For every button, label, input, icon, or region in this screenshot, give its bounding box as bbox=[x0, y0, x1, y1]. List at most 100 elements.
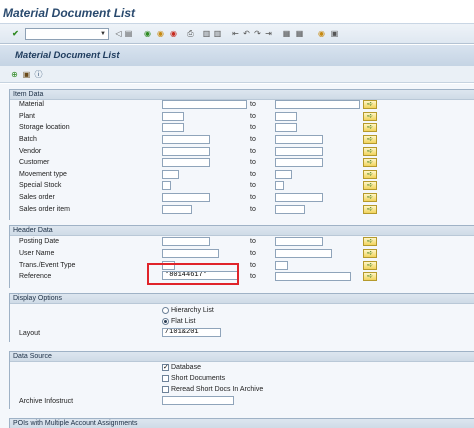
trans-event-type-to-input[interactable] bbox=[275, 261, 288, 270]
group-header: Header Data bbox=[10, 226, 474, 236]
multiple-selection-button[interactable]: ➪ bbox=[363, 112, 377, 121]
to-label: to bbox=[250, 262, 256, 269]
application-toolbar: ⊕ ▣ ⓘ bbox=[0, 66, 474, 83]
to-label: to bbox=[250, 159, 256, 166]
sales-order-to-input[interactable] bbox=[275, 193, 323, 202]
plant-to-input[interactable] bbox=[275, 112, 297, 121]
layout-label: Layout bbox=[19, 330, 41, 337]
multiple-selection-button[interactable]: ➪ bbox=[363, 193, 377, 202]
first-page-icon[interactable]: ⇤ bbox=[231, 29, 240, 38]
batch-to-input[interactable] bbox=[275, 135, 323, 144]
cancel-icon[interactable]: ◉ bbox=[169, 29, 178, 38]
header-data-group: Header Data bbox=[9, 225, 474, 288]
help-icon[interactable]: ◉ bbox=[317, 29, 326, 38]
field-label: Reference bbox=[19, 273, 52, 280]
field-label: Trans./Event Type bbox=[19, 262, 76, 269]
user-name-to-input[interactable] bbox=[275, 249, 332, 258]
storage-location-to-input[interactable] bbox=[275, 123, 297, 132]
find-next-icon[interactable]: ▥ bbox=[213, 29, 222, 38]
field-label: Plant bbox=[19, 113, 35, 120]
database-checkbox[interactable]: ✓ bbox=[162, 364, 169, 371]
group-title: Data Source bbox=[13, 353, 52, 360]
user-name-from-input[interactable] bbox=[162, 249, 219, 258]
multiple-selection-button[interactable]: ➪ bbox=[363, 123, 377, 132]
special-stock-from-input[interactable] bbox=[162, 181, 171, 190]
to-label: to bbox=[250, 182, 256, 189]
prev-page-icon[interactable]: ↶ bbox=[242, 29, 251, 38]
flat-list-label: Flat List bbox=[171, 318, 196, 325]
special-stock-to-input[interactable] bbox=[275, 181, 284, 190]
material-from-input[interactable] bbox=[162, 100, 247, 109]
storage-location-from-input[interactable] bbox=[162, 123, 184, 132]
multiple-account-group: POIs with Multiple Account Assignments bbox=[9, 418, 474, 428]
sales-order-item-from-input[interactable] bbox=[162, 205, 192, 214]
field-label: Special Stock bbox=[19, 182, 62, 189]
posting-date-from-input[interactable] bbox=[162, 237, 210, 246]
group-header: POIs with Multiple Account Assignments bbox=[10, 419, 474, 428]
multiple-selection-button[interactable]: ➪ bbox=[363, 100, 377, 109]
sales-order-from-input[interactable] bbox=[162, 193, 210, 202]
title-bar: Material Document List bbox=[0, 0, 474, 24]
hierarchy-list-label: Hierarchy List bbox=[171, 307, 214, 314]
shortcut-icon[interactable]: ▦ bbox=[295, 29, 304, 38]
field-label: Batch bbox=[19, 136, 37, 143]
new-session-icon[interactable]: ▦ bbox=[282, 29, 291, 38]
customer-from-input[interactable] bbox=[162, 158, 210, 167]
customize-icon[interactable]: ▣ bbox=[330, 29, 339, 38]
multiple-selection-button[interactable]: ➪ bbox=[363, 272, 377, 281]
command-field[interactable]: ▼ bbox=[25, 28, 109, 40]
database-label: Database bbox=[171, 364, 201, 371]
flat-list-radio[interactable] bbox=[162, 318, 169, 325]
info-icon[interactable]: ⓘ bbox=[34, 70, 43, 79]
window-title: Material Document List bbox=[3, 6, 136, 20]
archive-infostruct-input[interactable] bbox=[162, 396, 234, 405]
to-label: to bbox=[250, 238, 256, 245]
to-label: to bbox=[250, 273, 256, 280]
multiple-selection-button[interactable]: ➪ bbox=[363, 158, 377, 167]
batch-from-input[interactable] bbox=[162, 135, 210, 144]
movement-type-from-input[interactable] bbox=[162, 170, 179, 179]
multiple-selection-button[interactable]: ➪ bbox=[363, 249, 377, 258]
multiple-selection-button[interactable]: ➪ bbox=[363, 181, 377, 190]
reference-to-input[interactable] bbox=[275, 272, 351, 281]
next-page-icon[interactable]: ↷ bbox=[253, 29, 262, 38]
group-title: Display Options bbox=[13, 295, 63, 302]
material-to-input[interactable] bbox=[275, 100, 360, 109]
multiple-selection-button[interactable]: ➪ bbox=[363, 261, 377, 270]
hierarchy-list-radio[interactable] bbox=[162, 307, 169, 314]
save-icon[interactable]: ▤ bbox=[124, 29, 133, 38]
standard-toolbar: ✔ ▼ ◁ ▤ ◉ ◉ ◉ ⎙ ▥ ▥ ⇤ ↶ ↷ ⇥ ▦ ▦ ◉ ▣ bbox=[0, 24, 474, 44]
display-options-group: Display Options bbox=[9, 293, 474, 342]
plant-from-input[interactable] bbox=[162, 112, 184, 121]
layout-input[interactable]: /101&201 bbox=[162, 328, 221, 337]
customer-to-input[interactable] bbox=[275, 158, 323, 167]
multiple-selection-button[interactable]: ➪ bbox=[363, 135, 377, 144]
multiple-selection-button[interactable]: ➪ bbox=[363, 170, 377, 179]
short-documents-checkbox[interactable] bbox=[162, 375, 169, 382]
reference-highlight-box bbox=[147, 263, 239, 285]
last-page-icon[interactable]: ⇥ bbox=[264, 29, 273, 38]
field-label: Sales order item bbox=[19, 206, 70, 213]
execute-icon[interactable]: ⊕ bbox=[10, 70, 19, 79]
reread-checkbox[interactable] bbox=[162, 386, 169, 393]
field-label: Vendor bbox=[19, 148, 42, 155]
collapse-icon[interactable]: ◁ bbox=[114, 29, 123, 38]
print-icon[interactable]: ⎙ bbox=[186, 29, 195, 38]
multiple-selection-button[interactable]: ➪ bbox=[363, 237, 377, 246]
to-label: to bbox=[250, 124, 256, 131]
find-icon[interactable]: ▥ bbox=[202, 29, 211, 38]
get-variant-icon[interactable]: ▣ bbox=[22, 70, 31, 79]
enter-icon[interactable]: ✔ bbox=[11, 29, 20, 38]
exit-icon[interactable]: ◉ bbox=[156, 29, 165, 38]
movement-type-to-input[interactable] bbox=[275, 170, 292, 179]
group-header: Display Options bbox=[10, 294, 474, 304]
back-icon[interactable]: ◉ bbox=[143, 29, 152, 38]
sales-order-item-to-input[interactable] bbox=[275, 205, 305, 214]
posting-date-to-input[interactable] bbox=[275, 237, 323, 246]
multiple-selection-button[interactable]: ➪ bbox=[363, 147, 377, 156]
multiple-selection-button[interactable]: ➪ bbox=[363, 205, 377, 214]
to-label: to bbox=[250, 171, 256, 178]
vendor-from-input[interactable] bbox=[162, 147, 210, 156]
vendor-to-input[interactable] bbox=[275, 147, 323, 156]
chevron-down-icon[interactable]: ▼ bbox=[99, 30, 107, 38]
